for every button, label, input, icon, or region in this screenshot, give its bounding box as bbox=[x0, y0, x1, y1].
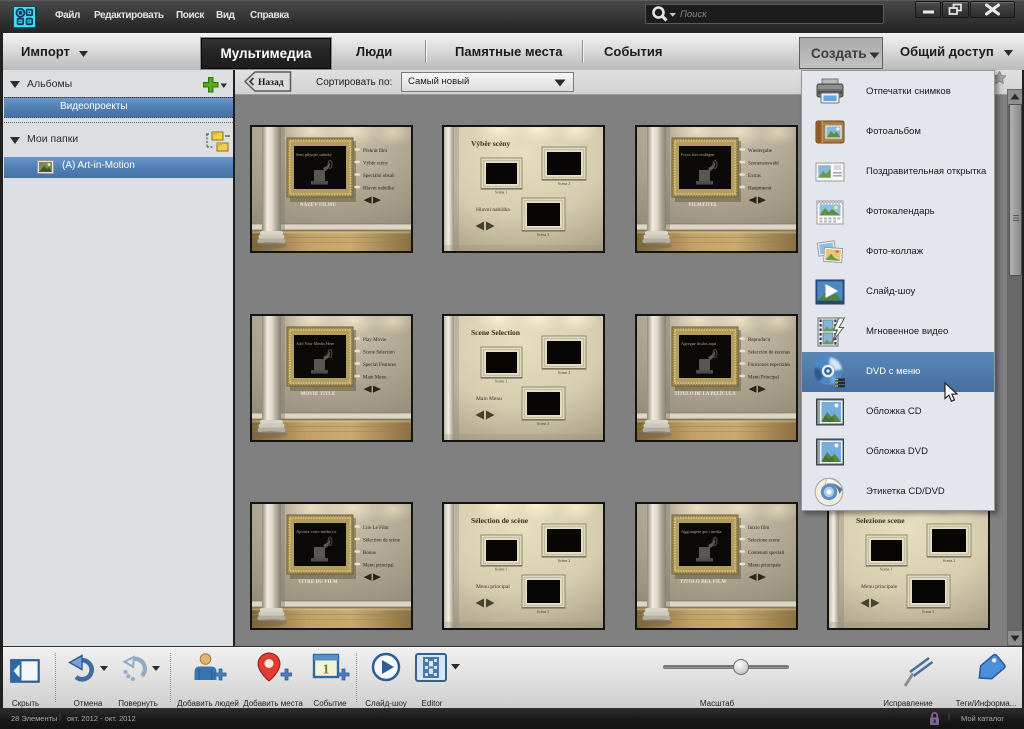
svg-text:NÁZEV FILMU: NÁZEV FILMU bbox=[300, 202, 336, 208]
svg-text:Scena 2: Scena 2 bbox=[943, 558, 956, 563]
svg-text:Výběr scény: Výběr scény bbox=[363, 162, 389, 167]
svg-text:Scene 3: Scene 3 bbox=[537, 421, 550, 426]
svg-text:Extras: Extras bbox=[748, 174, 761, 179]
svg-text:Lire Le Film: Lire Le Film bbox=[363, 526, 389, 531]
svg-text:Scène 3: Scène 3 bbox=[537, 609, 550, 614]
svg-text:Contenuti speciali: Contenuti speciali bbox=[748, 551, 785, 556]
svg-text:Scene 1: Scene 1 bbox=[495, 379, 508, 384]
svg-text:Special Features: Special Features bbox=[363, 363, 396, 368]
svg-text:Menu principale: Menu principale bbox=[748, 564, 782, 569]
svg-text:Přehrát film: Přehrát film bbox=[363, 149, 387, 154]
svg-text:Selección de escenas: Selección de escenas bbox=[748, 351, 790, 356]
svg-text:Hlavní nabídka: Hlavní nabídka bbox=[476, 207, 510, 213]
svg-text:Scena 3: Scena 3 bbox=[922, 609, 935, 614]
svg-text:Funciones especiales: Funciones especiales bbox=[748, 363, 790, 368]
svg-text:TITRE DU FILM: TITRE DU FILM bbox=[298, 580, 338, 585]
svg-text:Wiedergabe: Wiedergabe bbox=[748, 149, 773, 154]
svg-text:Szenenauswahl: Szenenauswahl bbox=[748, 162, 779, 167]
svg-text:Menu principal: Menu principal bbox=[363, 564, 394, 569]
svg-text:Speciální obsah: Speciální obsah bbox=[363, 174, 395, 179]
svg-text:Sem připojte snímky: Sem připojte snímky bbox=[296, 152, 333, 157]
svg-text:Aggiungete qui i media: Aggiungete qui i media bbox=[681, 529, 722, 534]
svg-text:Výběr scény: Výběr scény bbox=[471, 139, 510, 148]
svg-text:Inizio film: Inizio film bbox=[748, 526, 769, 531]
svg-text:Menú Principal: Menú Principal bbox=[748, 376, 780, 381]
svg-text:1: 1 bbox=[323, 662, 330, 677]
svg-text:MOVIE TITLE: MOVIE TITLE bbox=[301, 392, 336, 397]
svg-text:Menu principal: Menu principal bbox=[476, 584, 510, 590]
svg-text:Bonus: Bonus bbox=[363, 551, 376, 556]
svg-text:Hauptmenü: Hauptmenü bbox=[748, 187, 772, 192]
svg-text:Selezione scene: Selezione scene bbox=[856, 516, 905, 525]
svg-text:Scena 1: Scena 1 bbox=[880, 567, 893, 572]
svg-text:Назад: Назад bbox=[258, 78, 284, 88]
svg-text:Fotos hier einfügen: Fotos hier einfügen bbox=[681, 152, 715, 157]
svg-text:TÍTULO DE LA PELÍCULA: TÍTULO DE LA PELÍCULA bbox=[674, 391, 736, 397]
svg-text:Selezione scene: Selezione scene bbox=[748, 539, 781, 544]
svg-text:Add Your Media Here: Add Your Media Here bbox=[296, 341, 334, 346]
svg-text:Scène 2: Scène 2 bbox=[558, 558, 571, 563]
svg-text:Sélection de scène: Sélection de scène bbox=[471, 516, 529, 525]
svg-text:Reproducir: Reproducir bbox=[748, 338, 771, 343]
svg-text:Scéna 3: Scéna 3 bbox=[537, 232, 550, 237]
svg-text:Scene 2: Scene 2 bbox=[558, 370, 571, 375]
svg-text:Play Movie: Play Movie bbox=[363, 338, 387, 343]
svg-text:Sélection de scène: Sélection de scène bbox=[363, 539, 401, 544]
svg-text:TITOLO DEL FILM: TITOLO DEL FILM bbox=[680, 580, 727, 585]
svg-text:Scene Selection: Scene Selection bbox=[471, 328, 521, 337]
svg-text:Hlavní nabídka: Hlavní nabídka bbox=[363, 187, 394, 192]
svg-text:Main Menu: Main Menu bbox=[363, 376, 387, 381]
svg-text:Ajoutez votre média ici: Ajoutez votre média ici bbox=[296, 529, 337, 534]
svg-text:Menu principale: Menu principale bbox=[861, 584, 898, 590]
svg-text:Scène 1: Scène 1 bbox=[495, 567, 508, 572]
svg-text:Agregue títulos aquí: Agregue títulos aquí bbox=[681, 341, 717, 346]
svg-text:Main Menu: Main Menu bbox=[476, 396, 502, 402]
svg-text:Scene Selection: Scene Selection bbox=[363, 351, 395, 356]
svg-text:Scéna 1: Scéna 1 bbox=[495, 190, 508, 195]
svg-text:Scéna 2: Scéna 2 bbox=[558, 181, 571, 186]
svg-text:FILMTITEL: FILMTITEL bbox=[689, 203, 718, 208]
